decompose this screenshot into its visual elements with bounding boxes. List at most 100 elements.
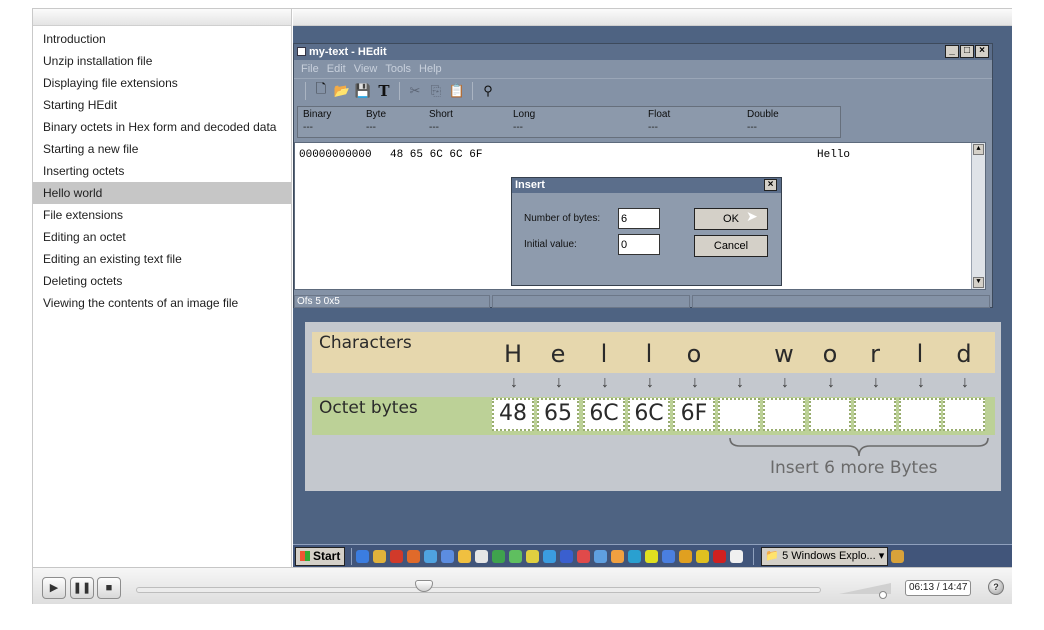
quick-launch-icon[interactable] (509, 549, 523, 563)
play-icon[interactable]: ▶ (42, 577, 66, 599)
number-of-bytes-input[interactable] (618, 208, 660, 229)
down-arrow-icon: ↓ (917, 374, 925, 391)
menu-view[interactable]: View (350, 60, 382, 78)
chapter-item[interactable]: Editing an octet (33, 226, 291, 248)
minimize-icon[interactable]: _ (945, 45, 959, 58)
help-icon[interactable]: ? (988, 579, 1004, 595)
menu-file[interactable]: File (297, 60, 323, 78)
quick-launch-bar (356, 549, 747, 563)
chapter-item[interactable]: Displaying file extensions (33, 72, 291, 94)
diagram-character: l (916, 340, 924, 368)
quick-launch-icon[interactable] (390, 549, 404, 563)
octet-box: 48 (492, 398, 534, 431)
vertical-scrollbar[interactable]: ▲ ▼ (971, 143, 985, 289)
maximize-icon[interactable]: □ (960, 45, 974, 58)
start-button[interactable]: Start (295, 546, 346, 566)
quick-launch-icon[interactable] (679, 549, 693, 563)
scroll-up-icon[interactable]: ▲ (973, 144, 984, 155)
quick-launch-icon[interactable] (662, 549, 676, 563)
volume-handle[interactable] (879, 591, 888, 599)
data-inspector: Binary --- Byte --- Short --- Long --- Float… (297, 106, 841, 138)
cut-icon[interactable]: ✂ (406, 82, 424, 100)
close-icon[interactable]: × (764, 179, 777, 191)
chapter-item[interactable]: Binary octets in Hex form and decoded da… (33, 116, 291, 138)
menu-edit[interactable]: Edit (323, 60, 350, 78)
chapter-item[interactable]: Introduction (33, 28, 291, 50)
down-arrow-icon: ↓ (736, 374, 744, 391)
quick-launch-icon[interactable] (458, 549, 472, 563)
seek-bar[interactable] (136, 587, 821, 593)
chapter-item[interactable]: Deleting octets (33, 270, 291, 292)
text-icon[interactable]: T (375, 82, 393, 100)
octet-box (718, 398, 760, 431)
chapter-item[interactable]: Viewing the contents of an image file (33, 292, 291, 314)
octets-label: Octet bytes (319, 398, 418, 418)
quick-launch-icon[interactable] (475, 549, 489, 563)
hedit-title-bar: my-text - HEdit _ □ × (294, 44, 992, 60)
chapter-item[interactable]: Starting HEdit (33, 94, 291, 116)
quick-launch-icon[interactable] (577, 549, 591, 563)
chapter-item[interactable]: Inserting octets (33, 160, 291, 182)
chapter-item[interactable]: Hello world (33, 182, 291, 204)
chapter-list: Introduction Unzip installation file Displ… (33, 28, 291, 314)
tutorial-player: Introduction Unzip installation file Displ… (32, 8, 1012, 604)
quick-launch-icon[interactable] (543, 549, 557, 563)
octet-box (854, 398, 896, 431)
volume-slider[interactable] (839, 583, 891, 599)
quick-launch-icon[interactable] (356, 549, 370, 563)
copy-icon[interactable]: ⎘ (427, 82, 445, 100)
status-cell (692, 295, 990, 308)
video-header-bar (293, 9, 1012, 26)
number-of-bytes-label: Number of bytes: (524, 213, 601, 224)
app-task-icon[interactable] (891, 549, 905, 563)
hello-world-diagram: Characters Octet bytes H ↓ 48 e ↓ 65 l ↓ 6C l ↓ 6C o… (305, 322, 1001, 491)
octet-box: 6C (628, 398, 670, 431)
open-folder-icon[interactable]: 📂 (333, 82, 351, 100)
pause-icon[interactable]: ❚❚ (70, 577, 94, 599)
chapter-item[interactable]: Editing an existing text file (33, 248, 291, 270)
close-icon[interactable]: × (975, 45, 989, 58)
quick-launch-icon[interactable] (441, 549, 455, 563)
quick-launch-icon[interactable] (628, 549, 642, 563)
binary-field: Binary --- (303, 109, 332, 133)
chapter-item[interactable]: Unzip installation file (33, 50, 291, 72)
quick-launch-icon[interactable] (696, 549, 710, 563)
quick-launch-icon[interactable] (424, 549, 438, 563)
hex-ascii[interactable]: Hello (817, 149, 850, 161)
dialog-title-bar: Insert × (512, 178, 781, 193)
app-icon (297, 47, 306, 56)
hedit-menu-bar: File Edit View Tools Help (294, 60, 992, 78)
scroll-down-icon[interactable]: ▼ (973, 277, 984, 288)
short-field: Short --- (429, 109, 453, 133)
quick-launch-icon[interactable] (645, 549, 659, 563)
diagram-character: r (870, 340, 880, 368)
save-icon[interactable]: 💾 (354, 82, 372, 100)
quick-launch-icon[interactable] (492, 549, 506, 563)
initial-value-input[interactable] (618, 234, 660, 255)
cancel-button[interactable]: Cancel (694, 235, 768, 257)
down-arrow-icon: ↓ (601, 374, 609, 391)
status-offset: Ofs 5 0x5 (294, 295, 490, 308)
menu-help[interactable]: Help (415, 60, 446, 78)
quick-launch-icon[interactable] (373, 549, 387, 563)
windows-taskbar: Start 📁 5 Windows Explo... ▾ (293, 544, 1012, 567)
chapter-sidebar: Introduction Unzip installation file Displ… (33, 9, 292, 567)
brace-icon (729, 437, 989, 457)
chapter-item[interactable]: File extensions (33, 204, 291, 226)
quick-launch-icon[interactable] (730, 549, 744, 563)
stop-icon[interactable]: ■ (97, 577, 121, 599)
new-file-icon[interactable]: 🗋 (312, 81, 330, 100)
quick-launch-icon[interactable] (713, 549, 727, 563)
chapter-item[interactable]: Starting a new file (33, 138, 291, 160)
quick-launch-icon[interactable] (611, 549, 625, 563)
windows-explorer-task[interactable]: 📁 5 Windows Explo... ▾ (761, 546, 889, 566)
menu-tools[interactable]: Tools (381, 60, 415, 78)
quick-launch-icon[interactable] (407, 549, 421, 563)
find-binoculars-icon[interactable]: ⚲ (479, 82, 497, 100)
quick-launch-icon[interactable] (526, 549, 540, 563)
hex-bytes[interactable]: 48 65 6C 6C 6F (390, 149, 482, 161)
quick-launch-icon[interactable] (560, 549, 574, 563)
paste-icon[interactable]: 📋 (448, 82, 466, 100)
float-field: Float --- (648, 109, 671, 133)
quick-launch-icon[interactable] (594, 549, 608, 563)
